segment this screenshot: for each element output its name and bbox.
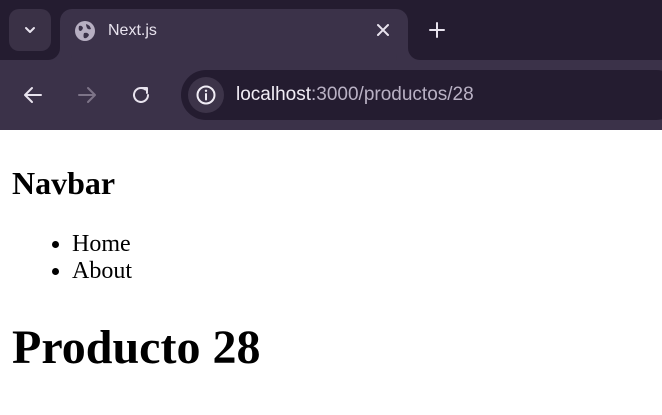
plus-icon	[429, 22, 445, 38]
new-tab-button[interactable]	[425, 18, 449, 42]
globe-icon	[75, 21, 95, 41]
url-host: localhost	[236, 84, 311, 105]
page-content: Navbar Home About Producto 28	[0, 131, 662, 415]
nav-list: Home About	[0, 231, 132, 285]
tab-search-button[interactable]	[9, 9, 51, 51]
tab-strip: Next.js	[0, 0, 662, 60]
back-button[interactable]	[20, 82, 46, 108]
browser-toolbar: localhost:3000/productos/28	[0, 60, 662, 130]
reload-button[interactable]	[128, 82, 154, 108]
arrow-right-icon	[78, 87, 96, 103]
info-icon	[196, 85, 216, 105]
navbar-heading: Navbar	[12, 165, 116, 201]
active-tab[interactable]: Next.js	[60, 9, 408, 60]
url-path: :3000/productos/28	[311, 84, 474, 105]
site-info-button[interactable]	[188, 77, 224, 113]
tab-close-button[interactable]	[372, 19, 394, 41]
close-icon	[377, 24, 389, 36]
page-title: Producto 28	[12, 321, 261, 374]
arrow-left-icon	[24, 87, 42, 103]
tab-title: Next.js	[108, 22, 157, 39]
url-text[interactable]: localhost:3000/productos/28	[236, 83, 474, 107]
nav-link-about[interactable]: About	[72, 258, 132, 285]
nav-link-home[interactable]: Home	[72, 231, 132, 258]
browser-window: Next.js localhost:3000/productos/28 Navb…	[0, 0, 662, 415]
address-bar[interactable]: localhost:3000/productos/28	[181, 70, 662, 120]
forward-button[interactable]	[74, 82, 100, 108]
chevron-down-icon	[25, 27, 35, 33]
reload-icon	[133, 86, 149, 103]
